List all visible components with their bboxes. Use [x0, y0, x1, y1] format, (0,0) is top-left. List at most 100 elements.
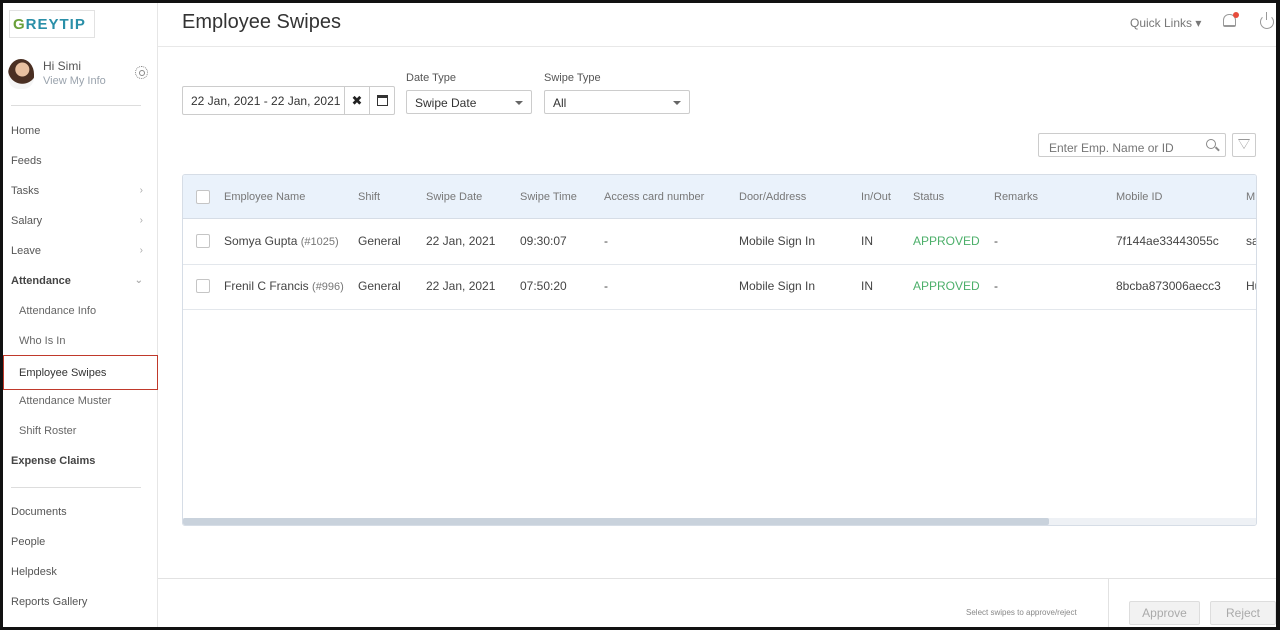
- calendar-icon: [376, 95, 388, 106]
- reject-button[interactable]: Reject: [1210, 601, 1276, 625]
- logo-letter: G: [13, 15, 26, 33]
- mobile-id-cell: 8bcba873006aecc3: [1116, 279, 1221, 293]
- column-header[interactable]: Mobile ID: [1116, 191, 1162, 203]
- scrollbar-thumb[interactable]: [183, 518, 1049, 525]
- date-type-value: Swipe Date: [415, 96, 477, 110]
- access-card-cell: -: [604, 234, 608, 248]
- row-checkbox[interactable]: [196, 234, 210, 248]
- avatar[interactable]: [8, 59, 34, 89]
- sidebar-item-label: Feeds: [11, 155, 42, 167]
- sidebar-item-label: Employee Swipes: [19, 367, 107, 379]
- date-range-picker[interactable]: 22 Jan, 2021 - 22 Jan, 2021 ✖: [182, 86, 395, 115]
- date-range-value[interactable]: 22 Jan, 2021 - 22 Jan, 2021: [183, 87, 344, 114]
- user-card: Hi Simi View My Info: [8, 57, 153, 101]
- sidebar-item-label: Tasks: [11, 185, 40, 197]
- sidebar-item-attendance-info[interactable]: Attendance Info: [19, 302, 159, 320]
- column-header[interactable]: Remarks: [994, 191, 1038, 203]
- employee-name[interactable]: Somya Gupta: [224, 234, 297, 248]
- status-badge: APPROVED: [913, 234, 980, 248]
- sidebar-item-people[interactable]: People: [11, 533, 151, 551]
- swipe-type-select[interactable]: All: [544, 90, 690, 114]
- sidebar-item-attendance-muster[interactable]: Attendance Muster: [19, 392, 159, 410]
- chevron-down-icon: [673, 101, 681, 105]
- sidebar-item-employee-swipes[interactable]: Employee Swipes: [3, 355, 158, 390]
- sidebar-item-label: Attendance Info: [19, 305, 97, 317]
- employee-name[interactable]: Frenil C Francis: [224, 279, 309, 293]
- table-header: Employee Name Shift Swipe Date Swipe Tim…: [183, 175, 1256, 219]
- shift-cell: General: [358, 234, 401, 248]
- column-header[interactable]: Door/Address: [739, 191, 806, 203]
- chevron-right-icon: ›: [139, 245, 143, 256]
- row-checkbox[interactable]: [196, 279, 210, 293]
- sidebar-item-reports-gallery[interactable]: Reports Gallery: [11, 593, 151, 611]
- column-header[interactable]: Employee Name: [224, 191, 305, 203]
- action-footer: Select swipes to approve/reject Approve …: [158, 578, 1276, 627]
- sidebar-item-label: Salary: [11, 215, 43, 227]
- search-input[interactable]: [1038, 133, 1226, 157]
- table-row[interactable]: Somya Gupta (#1025) General 22 Jan, 2021…: [183, 220, 1256, 265]
- date-type-label: Date Type: [406, 72, 456, 84]
- calendar-button[interactable]: [369, 87, 394, 114]
- page-title: Employee Swipes: [182, 11, 341, 33]
- sidebar-item-who-is-in[interactable]: Who Is In: [19, 332, 159, 350]
- search-icon[interactable]: [1206, 139, 1216, 149]
- select-all-checkbox[interactable]: [196, 190, 210, 204]
- chevron-down-icon: [515, 101, 523, 105]
- column-header[interactable]: Status: [913, 191, 944, 203]
- logo-text: REYTIP: [25, 15, 86, 33]
- remarks-cell: -: [994, 279, 998, 293]
- sidebar-item-shift-roster[interactable]: Shift Roster: [19, 422, 159, 440]
- sidebar-item-expense-claims[interactable]: Expense Claims: [11, 452, 151, 470]
- table-row[interactable]: Frenil C Francis (#996) General 22 Jan, …: [183, 265, 1256, 310]
- swipe-time-cell: 07:50:20: [520, 279, 567, 293]
- sidebar-item-label: Attendance Muster: [19, 395, 112, 407]
- chevron-right-icon: ›: [139, 185, 143, 196]
- sidebar-item-home[interactable]: Home: [11, 122, 151, 140]
- column-header[interactable]: Swipe Date: [426, 191, 482, 203]
- column-header[interactable]: In/Out: [861, 191, 891, 203]
- sidebar-item-attendance[interactable]: Attendance ⌄: [11, 272, 151, 290]
- column-header[interactable]: Access card number: [604, 191, 704, 203]
- approve-button[interactable]: Approve: [1129, 601, 1200, 625]
- swipe-date-cell: 22 Jan, 2021: [426, 234, 496, 248]
- employee-name-cell[interactable]: Somya Gupta (#1025): [224, 234, 339, 248]
- greytip-logo[interactable]: G REYTIP: [9, 10, 95, 38]
- divider: [11, 487, 141, 488]
- horizontal-scrollbar[interactable]: [183, 518, 1256, 525]
- selection-hint: Select swipes to approve/reject: [966, 608, 1077, 617]
- sidebar-item-label: Who Is In: [19, 335, 66, 347]
- overflow-cell: Hu: [1246, 279, 1256, 293]
- sidebar-item-label: People: [11, 536, 46, 548]
- column-header[interactable]: M: [1246, 191, 1255, 203]
- gear-icon[interactable]: [135, 66, 148, 79]
- employee-id: (#996): [312, 281, 344, 293]
- divider: [11, 105, 141, 106]
- sidebar-item-label: Home: [11, 125, 41, 137]
- clear-date-button[interactable]: ✖: [344, 87, 369, 114]
- date-type-select[interactable]: Swipe Date: [406, 90, 532, 114]
- sidebar-item-tasks[interactable]: Tasks ›: [11, 182, 151, 200]
- remarks-cell: -: [994, 234, 998, 248]
- sidebar-item-label: Attendance: [11, 275, 71, 287]
- filter-icon-inner: [1239, 140, 1249, 148]
- divider: [1108, 579, 1109, 627]
- swipe-type-label: Swipe Type: [544, 72, 601, 84]
- column-header[interactable]: Shift: [358, 191, 380, 203]
- quick-links-dropdown[interactable]: Quick Links ▾: [1130, 16, 1201, 30]
- sidebar-item-helpdesk[interactable]: Helpdesk: [11, 563, 151, 581]
- sidebar-item-leave[interactable]: Leave ›: [11, 242, 151, 260]
- employee-name-cell[interactable]: Frenil C Francis (#996): [224, 279, 344, 293]
- chevron-down-icon: ⌄: [134, 275, 143, 286]
- sidebar-item-feeds[interactable]: Feeds: [11, 152, 151, 170]
- power-icon[interactable]: [1260, 12, 1274, 29]
- swipe-type-value: All: [553, 96, 567, 110]
- sidebar-item-salary[interactable]: Salary ›: [11, 212, 151, 230]
- chevron-right-icon: ›: [139, 215, 143, 226]
- sidebar-item-documents[interactable]: Documents: [11, 503, 151, 521]
- shift-cell: General: [358, 279, 401, 293]
- mobile-id-cell: 7f144ae33443055c: [1116, 234, 1219, 248]
- column-header[interactable]: Swipe Time: [520, 191, 577, 203]
- app-window: G REYTIP Hi Simi View My Info Home Feeds …: [0, 0, 1280, 630]
- view-my-info-link[interactable]: View My Info: [43, 75, 106, 87]
- filter-button[interactable]: [1232, 133, 1256, 157]
